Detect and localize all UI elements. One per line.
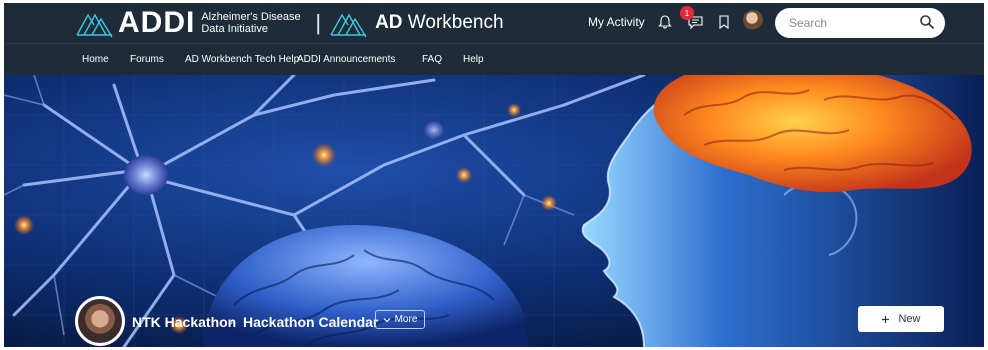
plus-icon bbox=[882, 315, 890, 323]
search-box bbox=[775, 8, 945, 38]
chevron-down-icon bbox=[383, 317, 391, 322]
addi-logo-icon bbox=[76, 13, 113, 38]
search-input[interactable] bbox=[789, 14, 909, 32]
more-button[interactable]: More bbox=[375, 310, 425, 329]
community-avatar[interactable] bbox=[75, 296, 125, 346]
bookmark-icon[interactable] bbox=[713, 11, 735, 33]
breadcrumb-separator: › bbox=[229, 315, 233, 329]
brand-ad-bold: AD bbox=[375, 12, 403, 33]
main-nav: Home Forums AD Workbench Tech Help ADDI … bbox=[4, 43, 984, 75]
brand-addi-wordmark: ADDI bbox=[118, 6, 196, 39]
brand-subtitle: Alzheimer's Disease Data Initiative bbox=[201, 11, 301, 35]
page: ADDI Alzheimer's Disease Data Initiative… bbox=[4, 3, 984, 347]
my-activity-link[interactable]: My Activity bbox=[588, 15, 645, 29]
brand-ad-rest: Workbench bbox=[402, 12, 504, 33]
neuron-brain-illustration bbox=[4, 75, 984, 347]
more-button-label: More bbox=[394, 314, 418, 325]
nav-addi-announcements[interactable]: ADDI Announcements bbox=[297, 54, 395, 65]
breadcrumb-hackathon-calendar: Hackathon Calendar bbox=[243, 314, 379, 330]
brand-ad-workbench: AD Workbench bbox=[375, 12, 503, 34]
site-logo[interactable]: ADDI Alzheimer's Disease Data Initiative… bbox=[74, 5, 504, 41]
notifications-bell-icon[interactable] bbox=[654, 11, 676, 33]
nav-home[interactable]: Home bbox=[82, 54, 109, 65]
brand-separator: | bbox=[315, 10, 322, 35]
new-button-label: New bbox=[898, 313, 921, 325]
ad-workbench-logo-icon bbox=[330, 13, 367, 38]
search-icon[interactable] bbox=[919, 14, 935, 30]
hero-banner bbox=[4, 75, 984, 347]
nav-help[interactable]: Help bbox=[463, 54, 484, 65]
nav-ad-workbench-tech-help[interactable]: AD Workbench Tech Help bbox=[185, 54, 299, 65]
breadcrumb-ntk-hackathon[interactable]: NTK Hackathon bbox=[132, 314, 236, 330]
user-avatar[interactable] bbox=[743, 10, 763, 30]
nav-faq[interactable]: FAQ bbox=[422, 54, 442, 65]
notification-badge: 1 bbox=[680, 6, 694, 20]
nav-forums[interactable]: Forums bbox=[130, 54, 164, 65]
top-header: ADDI Alzheimer's Disease Data Initiative… bbox=[4, 3, 984, 43]
new-button[interactable]: New bbox=[858, 306, 944, 332]
